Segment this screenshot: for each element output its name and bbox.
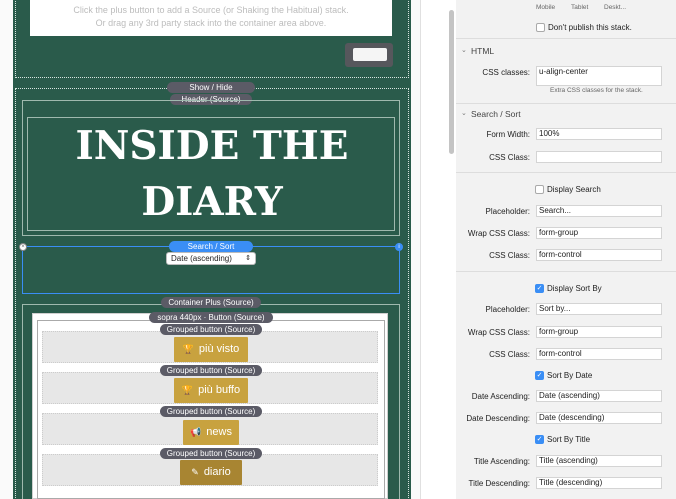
device-tablet[interactable]: Tablet — [571, 4, 588, 11]
wrap-css-label: Wrap CSS Class: — [467, 328, 530, 337]
page-title-line1: INSIDE THE — [75, 123, 349, 169]
piu-visto-button[interactable]: 🏆 più visto — [174, 337, 248, 362]
css-classes-note: Extra CSS classes for the stack. — [550, 87, 643, 94]
pencil-icon: ✎ — [191, 467, 199, 477]
search-css-class-field[interactable]: form-control — [536, 249, 662, 261]
container-plus-label[interactable]: Container Plus (Source) — [161, 297, 261, 308]
html-section-title: HTML — [471, 46, 495, 56]
search-sort-label[interactable]: Search / Sort — [169, 241, 253, 252]
info-icon[interactable]: i — [395, 243, 403, 251]
button-source-label[interactable]: sopra 440px · Button (Source) — [149, 312, 273, 323]
device-desktop[interactable]: Deskt... — [604, 4, 626, 11]
empty-drop-area[interactable]: Click the plus button to add a Source (o… — [30, 0, 392, 36]
date-descending-field[interactable]: Date (descending) — [536, 412, 662, 424]
title-descending-label: Title Descending: — [468, 479, 530, 488]
css-class-field[interactable] — [536, 151, 662, 163]
divider — [456, 38, 676, 39]
piu-buffo-button[interactable]: 🏆 più buffo — [174, 378, 248, 403]
show-hide-label[interactable]: Show / Hide — [167, 82, 255, 93]
megaphone-icon: 📢 — [190, 427, 202, 437]
grouped-button-label[interactable]: Grouped button (Source) — [160, 406, 262, 417]
grouped-button-label[interactable]: Grouped button (Source) — [160, 448, 262, 459]
divider — [456, 172, 676, 173]
sort-select[interactable]: Date (ascending) ⇕ — [166, 252, 256, 265]
display-sort-by-checkbox[interactable]: ✓ — [535, 284, 544, 293]
title-ascending-label: Title Ascending: — [473, 457, 530, 466]
date-descending-label: Date Descending: — [466, 414, 530, 423]
css-class-label: CSS Class: — [489, 153, 530, 162]
divider — [456, 271, 676, 272]
dont-publish-label: Don't publish this stack. — [548, 23, 632, 32]
sort-select-value: Date (ascending) — [171, 254, 232, 263]
display-search-checkbox[interactable] — [535, 185, 544, 194]
search-placeholder-field[interactable]: Search... — [536, 205, 662, 217]
display-sort-by-label: Display Sort By — [547, 284, 602, 293]
wrap-css-label: Wrap CSS Class: — [467, 229, 530, 238]
scrollbar-thumb[interactable] — [449, 10, 454, 154]
sort-placeholder-field[interactable]: Sort by... — [536, 303, 662, 315]
diario-button[interactable]: ✎ diario — [180, 460, 242, 485]
editor-canvas: Click the plus button to add a Source (o… — [0, 0, 420, 499]
search-wrap-css-field[interactable]: form-group — [536, 227, 662, 239]
css-classes-field[interactable]: u-align-center — [536, 66, 662, 86]
page-title-line2: DIARY — [141, 179, 283, 225]
search-sort-section-title: Search / Sort — [471, 109, 521, 119]
trophy-icon: 🏆 — [182, 344, 194, 354]
sort-by-date-label: Sort By Date — [547, 371, 593, 380]
date-ascending-field[interactable]: Date (ascending) — [536, 390, 662, 402]
grouped-button-label[interactable]: Grouped button (Source) — [160, 365, 262, 376]
sort-by-date-checkbox[interactable]: ✓ — [535, 371, 544, 380]
add-stack-button[interactable] — [345, 43, 393, 67]
html-section-header[interactable]: ⌄ HTML — [456, 44, 676, 58]
placeholder-label: Placeholder: — [485, 305, 530, 314]
title-descending-field[interactable]: Title (descending) — [536, 477, 662, 489]
trophy-icon: 🏆 — [181, 385, 194, 395]
piu-visto-label: più visto — [198, 343, 240, 355]
form-width-label: Form Width: — [486, 130, 530, 139]
css-class-label: CSS Class: — [489, 251, 530, 260]
sort-css-class-field[interactable]: form-control — [536, 348, 662, 360]
divider — [456, 103, 676, 104]
dont-publish-checkbox[interactable] — [536, 23, 545, 32]
title-ascending-field[interactable]: Title (ascending) — [536, 455, 662, 467]
device-mobile[interactable]: Mobile — [536, 4, 555, 11]
css-classes-label: CSS classes: — [482, 68, 530, 77]
drop-hint-line2: Or drag any 3rd party stack into the con… — [95, 18, 327, 28]
news-button[interactable]: 📢 news — [183, 420, 239, 445]
close-icon[interactable]: × — [19, 243, 27, 251]
chevron-down-icon: ⌄ — [461, 47, 467, 54]
css-class-label: CSS Class: — [489, 350, 530, 359]
news-label: news — [206, 426, 232, 438]
sort-wrap-css-field[interactable]: form-group — [536, 326, 662, 338]
chevron-down-icon: ⌄ — [461, 110, 467, 117]
placeholder-label: Placeholder: — [485, 207, 530, 216]
sort-by-title-checkbox[interactable]: ✓ — [535, 435, 544, 444]
chevron-updown-icon: ⇕ — [245, 255, 251, 262]
canvas-scrollbar[interactable] — [420, 0, 456, 499]
form-width-field[interactable]: 100% — [536, 128, 662, 140]
grouped-button-label[interactable]: Grouped button (Source) — [160, 324, 262, 335]
diario-label: diario — [203, 466, 231, 478]
piu-buffo-label: più buffo — [198, 384, 241, 396]
search-sort-section-header[interactable]: ⌄ Search / Sort — [456, 107, 676, 121]
settings-panel: Mobile Tablet Deskt... Don't publish thi… — [456, 0, 676, 499]
display-search-label: Display Search — [547, 185, 601, 194]
sort-by-title-label: Sort By Title — [547, 435, 591, 444]
drop-hint-line1: Click the plus button to add a Source (o… — [73, 5, 349, 15]
date-ascending-label: Date Ascending: — [471, 392, 530, 401]
